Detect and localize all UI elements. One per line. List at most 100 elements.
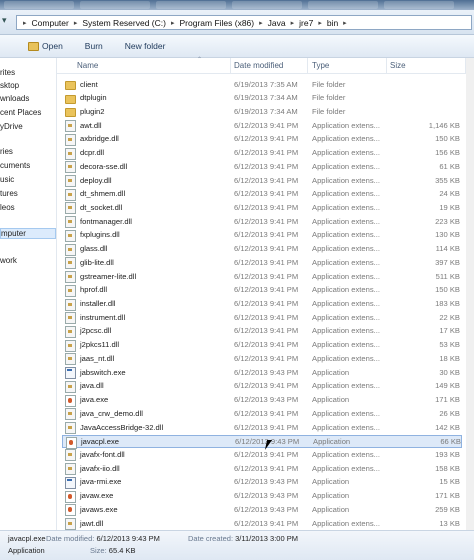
file-name: JavaAccessBridge-32.dll xyxy=(80,422,164,432)
column-header-name[interactable]: Name xyxy=(77,61,98,70)
nav-item-computer[interactable]: mputer xyxy=(0,228,56,239)
open-button[interactable]: Open xyxy=(0,37,71,55)
file-row[interactable]: hprof.dll 6/12/2013 9:41 PM Application ex… xyxy=(62,284,462,298)
file-row[interactable]: fontmanager.dll 6/12/2013 9:41 PM Applicat… xyxy=(62,215,462,229)
file-type: Application extens... xyxy=(312,189,380,199)
file-row[interactable]: glass.dll 6/12/2013 9:41 PM Application ex… xyxy=(62,243,462,257)
breadcrumb-item[interactable]: jre7 xyxy=(297,18,315,28)
file-type: Application extens... xyxy=(312,408,380,418)
breadcrumb-separator-icon[interactable]: ▸ xyxy=(315,19,325,27)
file-size: 19 KB xyxy=(439,202,460,212)
file-row[interactable]: java.exe 6/12/2013 9:43 PM Application 171 … xyxy=(62,394,462,408)
file-row[interactable]: javaws.exe 6/12/2013 9:43 PM Application 25… xyxy=(62,503,462,517)
file-row[interactable]: javafx-iio.dll 6/12/2013 9:41 PM Applicati… xyxy=(62,462,462,476)
file-size: 193 KB xyxy=(435,449,460,459)
new-folder-button[interactable]: New folder xyxy=(111,37,174,55)
nav-item-network[interactable]: work xyxy=(0,256,17,265)
burn-button[interactable]: Burn xyxy=(71,37,111,55)
nav-item-recent-places[interactable]: cent Places xyxy=(0,108,41,117)
file-size: 66 KB xyxy=(440,437,461,447)
file-row[interactable]: javaw.exe 6/12/2013 9:43 PM Application 171… xyxy=(62,490,462,504)
file-type: Application xyxy=(312,504,350,514)
file-row[interactable]: java_crw_demo.dll 6/12/2013 9:41 PM Applic… xyxy=(62,407,462,421)
file-type: Application extens... xyxy=(312,340,380,350)
file-row[interactable]: awt.dll 6/12/2013 9:41 PM Application exte… xyxy=(62,119,462,133)
file-date: 6/19/2013 7:34 AM xyxy=(234,93,298,103)
new-folder-label: New folder xyxy=(124,41,166,51)
file-row[interactable]: instrument.dll 6/12/2013 9:41 PM Applicati… xyxy=(62,311,462,325)
nav-item-music[interactable]: usic xyxy=(0,175,14,184)
open-label: Open xyxy=(42,41,63,51)
file-date: 6/12/2013 9:41 PM xyxy=(234,230,299,240)
file-row[interactable]: j2pcsc.dll 6/12/2013 9:41 PM Application e… xyxy=(62,325,462,339)
column-divider[interactable] xyxy=(386,58,387,73)
nav-item-pictures[interactable]: tures xyxy=(0,189,18,198)
file-date: 6/12/2013 9:41 PM xyxy=(234,326,299,336)
address-bar[interactable]: ▸ Computer ▸ System Reserved (C:) ▸ Program F… xyxy=(16,15,472,30)
nav-item-videos[interactable]: leos xyxy=(0,203,15,212)
file-size: 150 KB xyxy=(435,134,460,144)
file-size: 24 KB xyxy=(439,189,460,199)
dropdown-arrow-icon[interactable]: ▾ xyxy=(2,15,14,28)
file-row[interactable]: j2pkcs11.dll 6/12/2013 9:41 PM Application… xyxy=(62,339,462,353)
file-size: 142 KB xyxy=(435,422,460,432)
breadcrumb-item[interactable]: bin xyxy=(325,18,340,28)
breadcrumb-separator-icon[interactable]: ▸ xyxy=(71,19,81,27)
column-header-type[interactable]: Type xyxy=(312,61,329,70)
file-row[interactable]: gstreamer-lite.dll 6/12/2013 9:41 PM Appli… xyxy=(62,270,462,284)
folder-icon xyxy=(65,81,76,90)
breadcrumb-separator-icon[interactable]: ▸ xyxy=(340,19,350,27)
file-row[interactable]: decora-sse.dll 6/12/2013 9:41 PM Applicati… xyxy=(62,160,462,174)
file-row[interactable]: plugin2 6/19/2013 7:34 AM File folder xyxy=(62,105,462,119)
file-row[interactable]: dt_socket.dll 6/12/2013 9:41 PM Applicatio… xyxy=(62,201,462,215)
file-row[interactable]: jawt.dll 6/12/2013 9:41 PM Application ext… xyxy=(62,517,462,531)
file-type: Application xyxy=(312,367,350,377)
nav-item-desktop[interactable]: sktop xyxy=(0,81,19,90)
file-row[interactable]: jaas_nt.dll 6/12/2013 9:41 PM Application … xyxy=(62,352,462,366)
breadcrumb-item[interactable]: System Reserved (C:) xyxy=(80,18,168,28)
file-row[interactable]: installer.dll 6/12/2013 9:41 PM Applicatio… xyxy=(62,298,462,312)
file-row[interactable]: jabswitch.exe 6/12/2013 9:43 PM Applicatio… xyxy=(62,366,462,380)
breadcrumb-separator-icon[interactable]: ▸ xyxy=(288,19,298,27)
file-size: 158 KB xyxy=(435,463,460,473)
nav-item-downloads[interactable]: wnloads xyxy=(0,94,29,103)
file-row[interactable]: glib-lite.dll 6/12/2013 9:41 PM Applicatio… xyxy=(62,256,462,270)
breadcrumb-item[interactable]: Java xyxy=(266,18,288,28)
vertical-scrollbar[interactable] xyxy=(466,58,474,530)
breadcrumb-item[interactable]: Program Files (x86) xyxy=(177,18,256,28)
dll-file-icon xyxy=(65,271,76,284)
column-header-date[interactable]: Date modified xyxy=(234,61,283,70)
file-row[interactable]: axbridge.dll 6/12/2013 9:41 PM Application… xyxy=(62,133,462,147)
file-row[interactable]: java-rmi.exe 6/12/2013 9:43 PM Application… xyxy=(62,476,462,490)
file-type: Application extens... xyxy=(312,161,380,171)
file-date: 6/12/2013 9:41 PM xyxy=(234,518,299,528)
file-date: 6/12/2013 9:41 PM xyxy=(234,353,299,363)
column-divider[interactable] xyxy=(230,58,231,73)
dll-file-icon xyxy=(65,325,76,338)
nav-item-skydrive[interactable]: yDrive xyxy=(0,122,23,131)
file-row[interactable]: java.dll 6/12/2013 9:41 PM Application ext… xyxy=(62,380,462,394)
file-row[interactable]: dt_shmem.dll 6/12/2013 9:41 PM Application… xyxy=(62,188,462,202)
column-divider[interactable] xyxy=(307,58,308,73)
file-date: 6/19/2013 7:34 AM xyxy=(234,106,298,116)
nav-item-favorites[interactable]: rites xyxy=(0,68,15,77)
file-row[interactable]: dtplugin 6/19/2013 7:34 AM File folder xyxy=(62,92,462,106)
file-row[interactable]: dcpr.dll 6/12/2013 9:41 PM Application ext… xyxy=(62,147,462,161)
file-row[interactable]: client 6/19/2013 7:35 AM File folder xyxy=(62,78,462,92)
nav-item-documents[interactable]: cuments xyxy=(0,161,30,170)
file-row[interactable]: JavaAccessBridge-32.dll 6/12/2013 9:41 PM… xyxy=(62,421,462,435)
file-name: javafx-iio.dll xyxy=(80,463,120,473)
column-header-size[interactable]: Size xyxy=(390,61,406,70)
file-row[interactable]: deploy.dll 6/12/2013 9:41 PM Application e… xyxy=(62,174,462,188)
file-name: java_crw_demo.dll xyxy=(80,408,143,418)
file-row[interactable]: javafx-font.dll 6/12/2013 9:41 PM Applicat… xyxy=(62,448,462,462)
nav-item-libraries[interactable]: ries xyxy=(0,147,13,156)
breadcrumb-separator-icon[interactable]: ▸ xyxy=(256,19,266,27)
file-row[interactable]: javacpl.exe 6/12/2013 9:43 PM Application 6… xyxy=(62,434,462,449)
breadcrumb-item[interactable]: Computer xyxy=(30,18,71,28)
folder-icon xyxy=(65,108,76,118)
file-row[interactable]: fxplugins.dll 6/12/2013 9:41 PM Applicatio… xyxy=(62,229,462,243)
file-name: jabswitch.exe xyxy=(80,367,126,377)
breadcrumb-separator-icon[interactable]: ▸ xyxy=(20,19,30,27)
breadcrumb-separator-icon[interactable]: ▸ xyxy=(168,19,178,27)
